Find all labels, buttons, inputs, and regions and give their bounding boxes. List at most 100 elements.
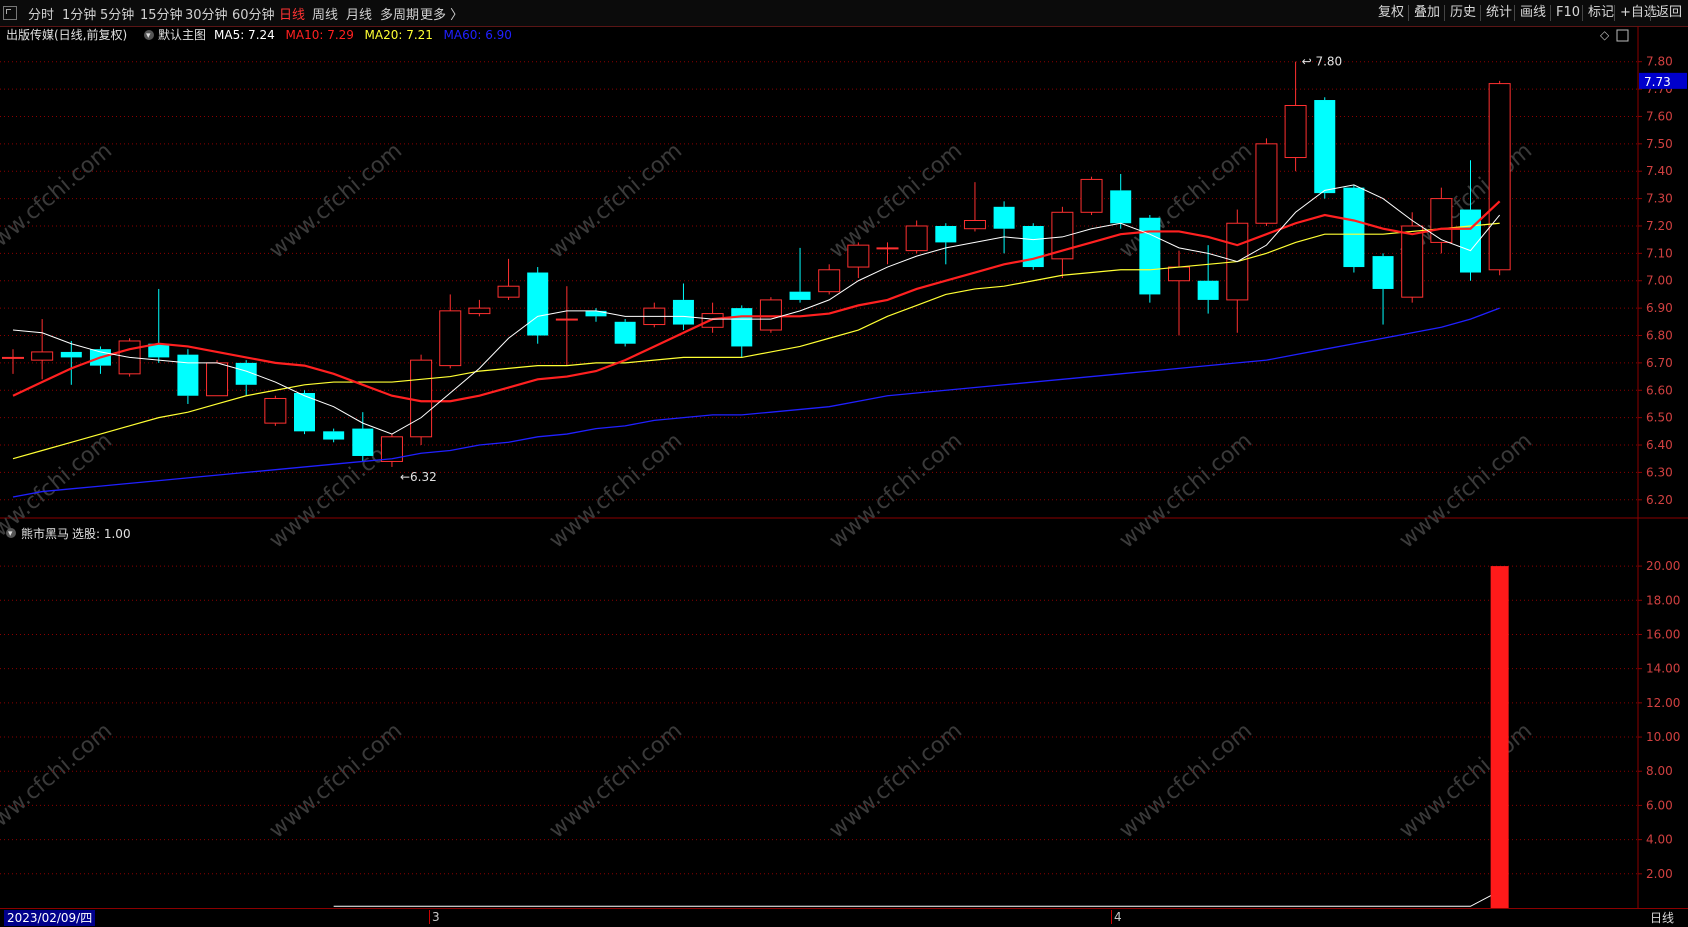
candle-body-up <box>759 299 782 331</box>
watermark-text: www.cfchi.com <box>545 428 687 553</box>
period-tab-1[interactable]: 1分钟 <box>62 4 96 23</box>
candle-body-up <box>555 318 578 321</box>
watermark-text: www.cfchi.com <box>545 138 687 263</box>
high-price-marker: ↩ 7.80 <box>1302 55 1343 69</box>
period-tab-10[interactable]: 更多 〉 <box>420 4 463 23</box>
ma-legend-1: MA10: 7.29 <box>286 28 354 42</box>
watermark-text: www.cfchi.com <box>825 718 967 843</box>
candle-body-up <box>963 220 986 230</box>
ma60-line <box>12 307 1500 498</box>
watermark-text: www.cfchi.com <box>1395 718 1537 843</box>
candle-body-down <box>1372 256 1394 289</box>
candle-body-up <box>468 307 491 315</box>
toolbar-button-2[interactable]: 历史 <box>1446 3 1480 23</box>
main-y-tick-label: 7.20 <box>1646 219 1673 233</box>
month-mark-april: 4 <box>1111 910 1122 924</box>
candle-body-up <box>439 310 462 367</box>
candle-body-down <box>993 206 1015 229</box>
sub-y-tick-label: 16.00 <box>1646 627 1680 641</box>
period-tab-0[interactable]: 分时 <box>28 4 54 23</box>
indicator-name: 熊市黑马 <box>21 526 69 541</box>
collapse-corner-icon[interactable] <box>3 6 17 20</box>
toolbar-separator <box>1614 5 1615 21</box>
toolbar-separator <box>1480 5 1481 21</box>
candle-body-up <box>1430 198 1453 243</box>
status-bar: 2023/02/09/四 3 4 日线 <box>0 908 1688 927</box>
candle-body-down <box>585 310 607 317</box>
ma-legend-2: MA20: 7.21 <box>365 28 433 42</box>
candle-body-up <box>818 269 841 293</box>
period-tab-9[interactable]: 多周期 <box>380 4 419 23</box>
main-y-tick-label: 7.00 <box>1646 274 1673 288</box>
period-tab-8[interactable]: 月线 <box>346 4 372 23</box>
period-tab-5[interactable]: 60分钟 <box>232 4 275 23</box>
candle-body-down <box>672 299 694 325</box>
toolbar-button-6[interactable]: 标记 <box>1584 3 1618 23</box>
watermark-text: www.cfchi.com <box>545 718 687 843</box>
watermark-text: www.cfchi.com <box>825 428 967 553</box>
candle-body-up <box>1284 105 1307 159</box>
candle-body-up <box>264 397 287 424</box>
period-tab-3[interactable]: 15分钟 <box>140 4 183 23</box>
candle-body-up <box>206 362 229 397</box>
watermark-text: www.cfchi.com <box>265 718 407 843</box>
month-mark-march: 3 <box>429 910 440 924</box>
indicator-dropdown-glyph: ▾ <box>8 529 13 539</box>
sub-y-tick-label: 6.00 <box>1646 798 1673 812</box>
toolbar-button-5[interactable]: F10 <box>1552 3 1584 23</box>
toolbar-button-0[interactable]: 复权 <box>1374 3 1408 23</box>
candle-body-up <box>410 359 433 438</box>
candle-body-down <box>1343 187 1365 268</box>
main-y-tick-label: 6.90 <box>1646 301 1673 315</box>
period-status-button[interactable]: 日线 <box>1650 910 1674 926</box>
watermark-text: www.cfchi.com <box>0 138 117 263</box>
toolbar-button-3[interactable]: 统计 <box>1482 3 1516 23</box>
candle-body-up <box>497 285 520 298</box>
toolbar-separator <box>1550 5 1551 21</box>
period-tab-7[interactable]: 周线 <box>312 4 338 23</box>
period-toolbar: 分时 1分钟 5分钟 15分钟 30分钟 60分钟 日线 周线 月线 多周期 更多 〉 复权 叠加 历史… <box>0 0 1688 27</box>
period-tab-2[interactable]: 5分钟 <box>100 4 134 23</box>
diamond-toggle-icon: ◇ <box>1600 28 1610 42</box>
candle-body-up <box>876 247 899 250</box>
main-y-tick-label: 7.50 <box>1646 137 1673 151</box>
main-y-tick-label: 6.30 <box>1646 465 1673 479</box>
candle-body-up <box>847 244 870 268</box>
candle-body-down <box>527 272 549 336</box>
panel-maximize-icon[interactable] <box>1616 29 1629 42</box>
toolbar-separator <box>1444 5 1445 21</box>
candle-body-down <box>1110 190 1132 224</box>
candle-body-up <box>1401 225 1424 298</box>
period-tab-6[interactable]: 日线 <box>279 4 305 23</box>
cursor-date: 2023/02/09/四 <box>4 910 96 926</box>
toolbar-button-4[interactable]: 画线 <box>1516 3 1550 23</box>
main-y-tick-label: 7.60 <box>1646 109 1673 123</box>
chart-area[interactable]: 7.807.707.607.507.407.307.207.107.006.90… <box>0 26 1688 908</box>
indicator-signal-bar <box>1490 566 1509 908</box>
current-price-value: 7.73 <box>1644 75 1671 89</box>
ma-legend-3: MA60: 6.90 <box>444 28 512 42</box>
candle-body-down <box>60 351 82 358</box>
watermark-text: www.cfchi.com <box>0 718 117 843</box>
candle-body-up <box>1080 178 1103 213</box>
main-y-tick-label: 6.20 <box>1646 493 1673 507</box>
toolbar-separator <box>1408 5 1409 21</box>
toolbar-separator <box>1582 5 1583 21</box>
period-tab-4[interactable]: 30分钟 <box>185 4 228 23</box>
watermark-text: www.cfchi.com <box>1115 428 1257 553</box>
main-y-tick-label: 7.40 <box>1646 164 1673 178</box>
main-y-tick-label: 6.80 <box>1646 329 1673 343</box>
sub-y-tick-label: 20.00 <box>1646 559 1680 573</box>
watermark-text: www.cfchi.com <box>265 138 407 263</box>
candle-body-down <box>323 431 345 440</box>
candle-body-down <box>935 225 957 243</box>
sub-y-tick-label: 4.00 <box>1646 833 1673 847</box>
candle-body-up <box>905 225 928 252</box>
candle-body-up <box>701 313 724 328</box>
candle-body-up <box>31 351 54 361</box>
candle-body-down <box>1139 217 1161 295</box>
candle-body-down <box>1197 280 1219 300</box>
candle-body-up <box>1255 143 1278 224</box>
toolbar-button-1[interactable]: 叠加 <box>1410 3 1444 23</box>
toolbar-button-8[interactable]: 返回 <box>1652 3 1686 23</box>
